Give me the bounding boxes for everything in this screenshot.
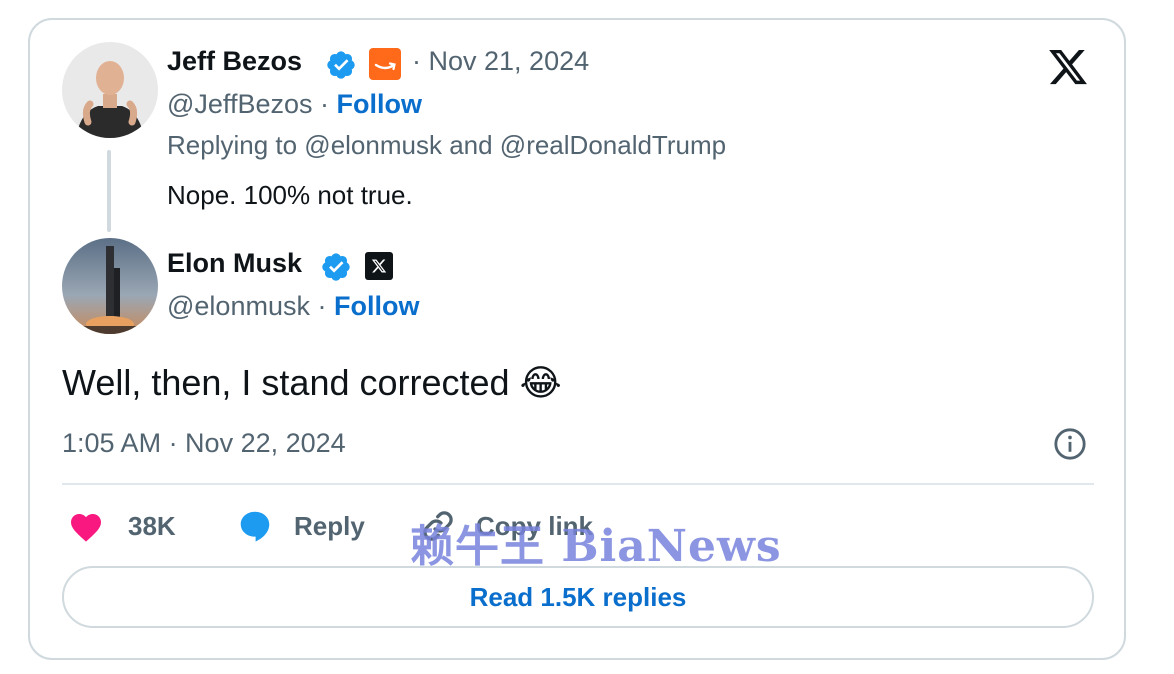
follow-jeff-button[interactable]: Follow <box>337 89 422 119</box>
jeff-bezos-avatar[interactable] <box>62 42 158 138</box>
reply-action[interactable]: Reply <box>236 506 365 546</box>
reply-bubble-icon[interactable] <box>236 508 274 544</box>
heart-icon[interactable] <box>68 509 104 543</box>
like-action[interactable]: 38K <box>68 506 176 546</box>
read-replies-button[interactable]: Read 1.5K replies <box>62 566 1094 628</box>
reply-author-name[interactable]: Jeff Bezos <box>167 46 302 77</box>
thread-connector-line <box>107 150 111 232</box>
main-handle-row: @elonmusk · Follow <box>167 291 419 322</box>
info-icon[interactable] <box>1053 427 1087 461</box>
reply-date[interactable]: Nov 21, 2024 <box>429 46 590 76</box>
reply-date-row: · Nov 21, 2024 <box>412 46 590 76</box>
main-tweet-text-row: Well, then, I stand corrected 😂 <box>62 362 562 404</box>
x-affiliation-icon[interactable] <box>364 251 394 281</box>
reply-handle[interactable]: @JeffBezos <box>167 89 312 119</box>
elon-musk-avatar[interactable] <box>62 238 158 334</box>
tweet-timestamp[interactable]: 1:05 AM · Nov 22, 2024 <box>62 428 346 459</box>
x-logo-icon[interactable] <box>1046 46 1090 88</box>
bianews-watermark: 赖牛王 BiaNews <box>410 521 782 572</box>
verified-badge-icon <box>322 253 350 281</box>
separator-dot: · <box>317 291 334 321</box>
reply-handle-row: @JeffBezos · Follow <box>167 89 422 120</box>
read-replies-label[interactable]: Read 1.5K replies <box>470 582 687 613</box>
actions-divider <box>62 483 1094 485</box>
likes-count[interactable]: 38K <box>128 511 176 542</box>
main-handle[interactable]: @elonmusk <box>167 291 310 321</box>
reply-label[interactable]: Reply <box>294 511 365 542</box>
main-tweet-text: Well, then, I stand corrected <box>62 362 510 403</box>
tears-of-joy-emoji: 😂 <box>519 363 562 404</box>
amazon-icon[interactable] <box>369 48 401 80</box>
separator-dot: · <box>320 89 337 119</box>
follow-elon-button[interactable]: Follow <box>334 291 419 321</box>
verified-badge-icon <box>327 51 355 79</box>
replying-to-text: Replying to @elonmusk and @realDonaldTru… <box>167 130 727 160</box>
reply-tweet-text: Nope. 100% not true. <box>167 180 413 210</box>
main-author-name[interactable]: Elon Musk <box>167 248 302 279</box>
